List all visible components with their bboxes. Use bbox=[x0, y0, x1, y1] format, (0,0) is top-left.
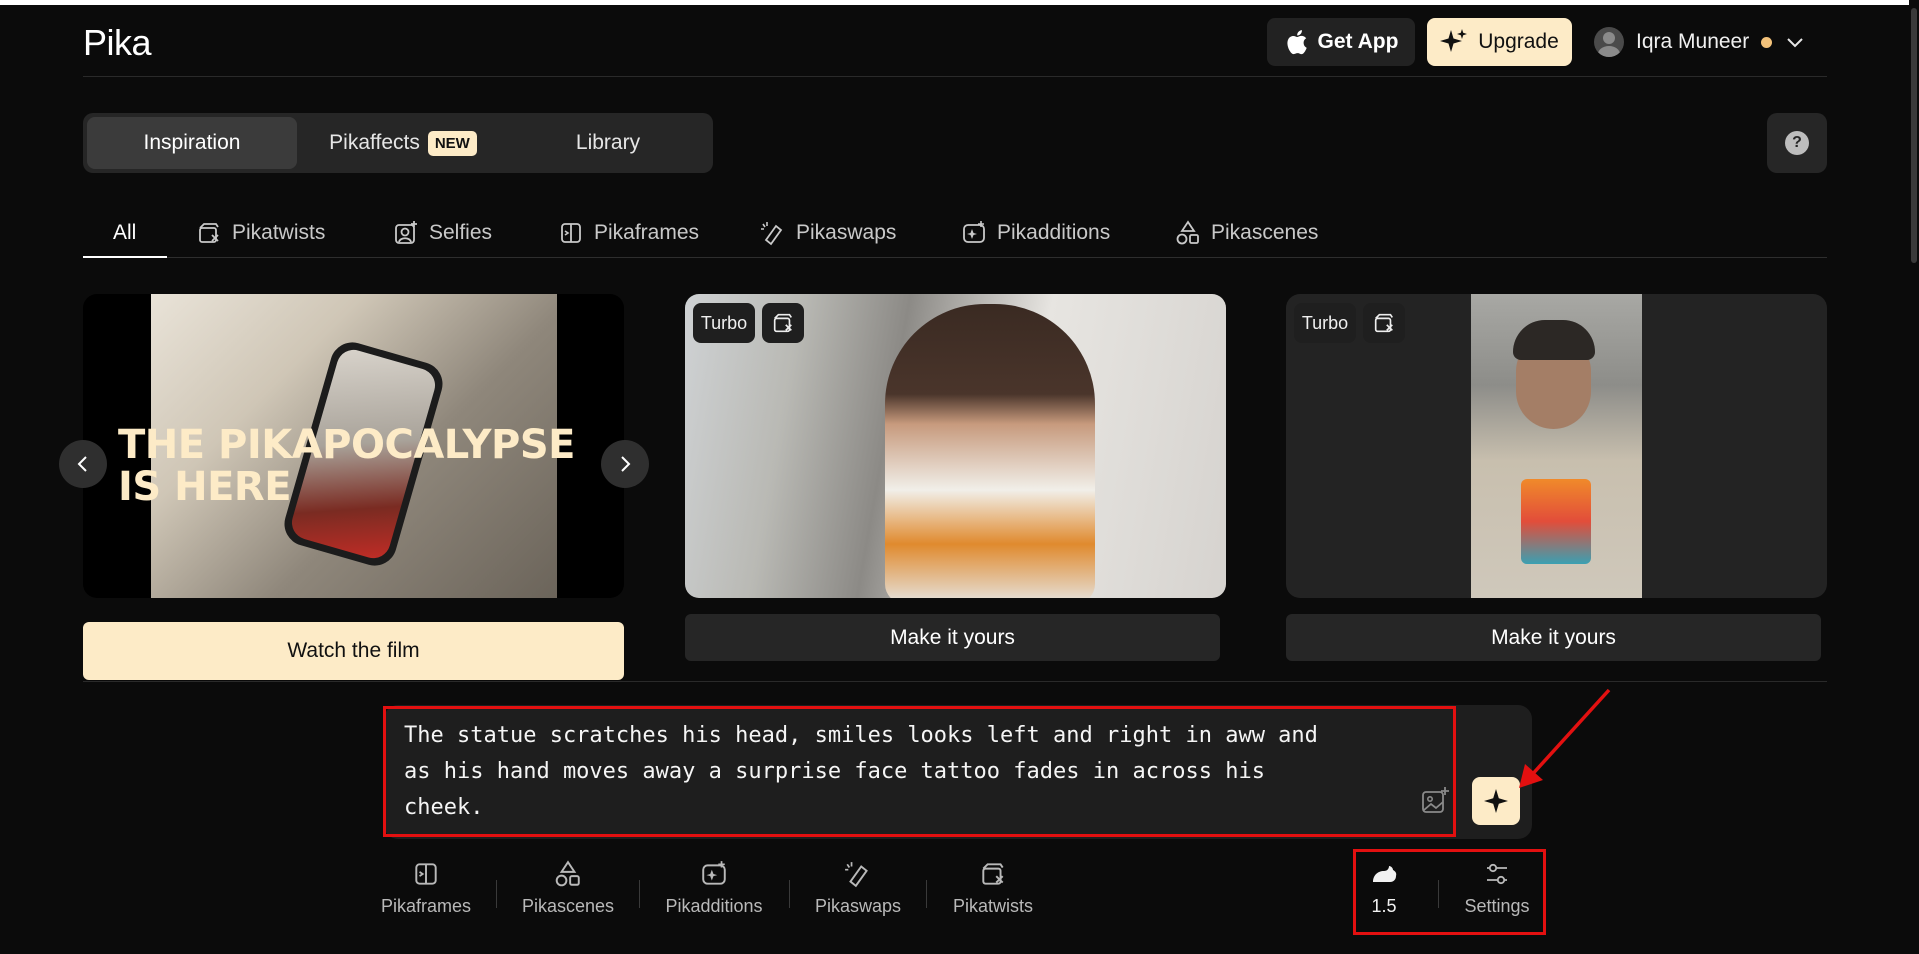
main-tabs: Inspiration Pikaffects NEW Library bbox=[83, 113, 713, 173]
user-menu[interactable]: Iqra Muneer bbox=[1594, 18, 1806, 66]
active-filter-indicator bbox=[83, 256, 167, 258]
help-button[interactable]: ? bbox=[1767, 113, 1827, 173]
film-title: THE PIKAPOCALYPSE IS HERE bbox=[118, 422, 575, 510]
pikaswaps-icon bbox=[761, 222, 783, 246]
pikatwists-chip bbox=[762, 303, 804, 343]
pikatwists-icon bbox=[1374, 313, 1393, 333]
pikatwists-chip bbox=[1363, 303, 1405, 343]
tool-label: Pikadditions bbox=[665, 896, 763, 916]
filter-label: Pikaswaps bbox=[796, 221, 897, 244]
person-hair bbox=[1513, 320, 1595, 360]
pikatwists-icon bbox=[199, 223, 219, 243]
filter-label: All bbox=[113, 221, 137, 244]
content-divider bbox=[83, 681, 1827, 682]
example-video-thumbnail bbox=[1471, 294, 1642, 598]
generate-button[interactable] bbox=[1472, 777, 1520, 825]
sparkle-icon bbox=[1484, 789, 1508, 813]
filter-label: Pikascenes bbox=[1211, 221, 1319, 244]
tool-separator bbox=[1438, 880, 1439, 908]
filter-label: Selfies bbox=[429, 221, 493, 244]
annotation-arrow-icon bbox=[1519, 688, 1611, 788]
model-version-label: 1.5 bbox=[1371, 896, 1397, 916]
filter-selfies[interactable]: Selfies bbox=[393, 210, 492, 256]
tool-label: Pikatwists bbox=[952, 896, 1033, 916]
pikadditions-icon bbox=[702, 861, 726, 885]
sparkle-icon bbox=[1440, 29, 1468, 52]
turbo-chip: Turbo bbox=[1294, 303, 1356, 343]
get-app-button[interactable]: Get App bbox=[1267, 18, 1415, 66]
filter-pikatwists[interactable]: Pikatwists bbox=[196, 210, 325, 256]
tab-pikaffects[interactable]: Pikaffects NEW bbox=[303, 117, 503, 169]
scrollbar-thumb[interactable] bbox=[1911, 8, 1917, 263]
carousel-next-button[interactable] bbox=[601, 440, 649, 488]
pikatwists-icon bbox=[773, 313, 792, 333]
help-icon: ? bbox=[1785, 131, 1809, 155]
pika-logo[interactable]: Pika bbox=[83, 22, 152, 64]
model-version-button[interactable]: 1.5 bbox=[1362, 860, 1406, 930]
person-image bbox=[885, 304, 1095, 598]
upgrade-label: Upgrade bbox=[1478, 30, 1559, 53]
tool-pikaswaps[interactable]: Pikaswaps bbox=[811, 860, 905, 930]
carousel-prev-button[interactable] bbox=[59, 440, 107, 488]
status-dot bbox=[1761, 36, 1773, 48]
tool-separator bbox=[789, 880, 790, 908]
header-divider bbox=[83, 76, 1827, 77]
avatar bbox=[1594, 27, 1624, 57]
filters-divider bbox=[83, 257, 1827, 258]
card-example-3[interactable]: Turbo bbox=[1286, 294, 1827, 598]
top-edge bbox=[0, 0, 1919, 5]
filter-pikadditions[interactable]: Pikadditions bbox=[961, 210, 1110, 256]
tab-label: Library bbox=[575, 131, 641, 154]
user-name: Iqra Muneer bbox=[1636, 30, 1750, 53]
settings-label: Settings bbox=[1464, 896, 1530, 916]
filter-pikaframes[interactable]: Pikaframes bbox=[558, 210, 699, 256]
pikaframes-icon bbox=[415, 863, 437, 885]
pikascenes-icon bbox=[1176, 220, 1199, 245]
rabbit-icon bbox=[1373, 866, 1397, 882]
chevron-right-icon bbox=[621, 456, 631, 472]
annotation-box-prompt bbox=[383, 706, 1456, 837]
turbo-chip: Turbo bbox=[693, 303, 755, 343]
chevron-left-icon bbox=[77, 456, 87, 472]
tool-separator bbox=[639, 880, 640, 908]
tab-label: Pikaffects bbox=[329, 131, 420, 154]
pikaframes-icon bbox=[561, 223, 581, 243]
apple-icon bbox=[1286, 30, 1307, 55]
tab-inspiration[interactable]: Inspiration bbox=[87, 117, 297, 169]
tab-library[interactable]: Library bbox=[513, 117, 703, 169]
tool-pikaframes[interactable]: Pikaframes bbox=[379, 860, 473, 930]
filter-pikaswaps[interactable]: Pikaswaps bbox=[760, 210, 896, 256]
settings-button[interactable]: Settings bbox=[1458, 860, 1536, 930]
tool-pikadditions[interactable]: Pikadditions bbox=[662, 860, 766, 930]
tool-separator bbox=[926, 880, 927, 908]
make-it-yours-button[interactable]: Make it yours bbox=[1286, 614, 1821, 661]
new-badge: NEW bbox=[427, 130, 477, 156]
pikascenes-icon bbox=[555, 860, 580, 887]
tool-pikatwists[interactable]: Pikatwists bbox=[947, 860, 1039, 930]
make-it-yours-button[interactable]: Make it yours bbox=[685, 614, 1220, 661]
tool-label: Pikaframes bbox=[380, 896, 472, 916]
pikaswaps-icon bbox=[845, 862, 868, 888]
card-example-2[interactable]: Turbo bbox=[685, 294, 1226, 598]
pikadditions-icon bbox=[963, 221, 985, 243]
tool-separator bbox=[496, 880, 497, 908]
filter-pikascenes[interactable]: Pikascenes bbox=[1175, 210, 1318, 256]
filter-label: Pikatwists bbox=[232, 221, 326, 244]
watch-film-button[interactable]: Watch the film bbox=[83, 622, 624, 680]
tool-label: Pikascenes bbox=[521, 896, 615, 916]
tab-label: Inspiration bbox=[143, 131, 241, 154]
filter-label: Pikadditions bbox=[997, 221, 1111, 244]
upgrade-button[interactable]: Upgrade bbox=[1427, 18, 1572, 66]
sliders-icon bbox=[1487, 863, 1507, 885]
get-app-label: Get App bbox=[1317, 30, 1399, 53]
shirt-graphic bbox=[1521, 479, 1591, 564]
tool-label: Pikaswaps bbox=[814, 896, 902, 916]
selfies-icon bbox=[395, 221, 417, 244]
filter-all[interactable]: All bbox=[113, 210, 136, 256]
card-film[interactable]: THE PIKAPOCALYPSE IS HERE bbox=[83, 294, 624, 598]
pikatwists-icon bbox=[982, 863, 1004, 885]
tool-pikascenes[interactable]: Pikascenes bbox=[519, 860, 617, 930]
filter-label: Pikaframes bbox=[594, 221, 700, 244]
chevron-down-icon bbox=[1787, 38, 1803, 48]
